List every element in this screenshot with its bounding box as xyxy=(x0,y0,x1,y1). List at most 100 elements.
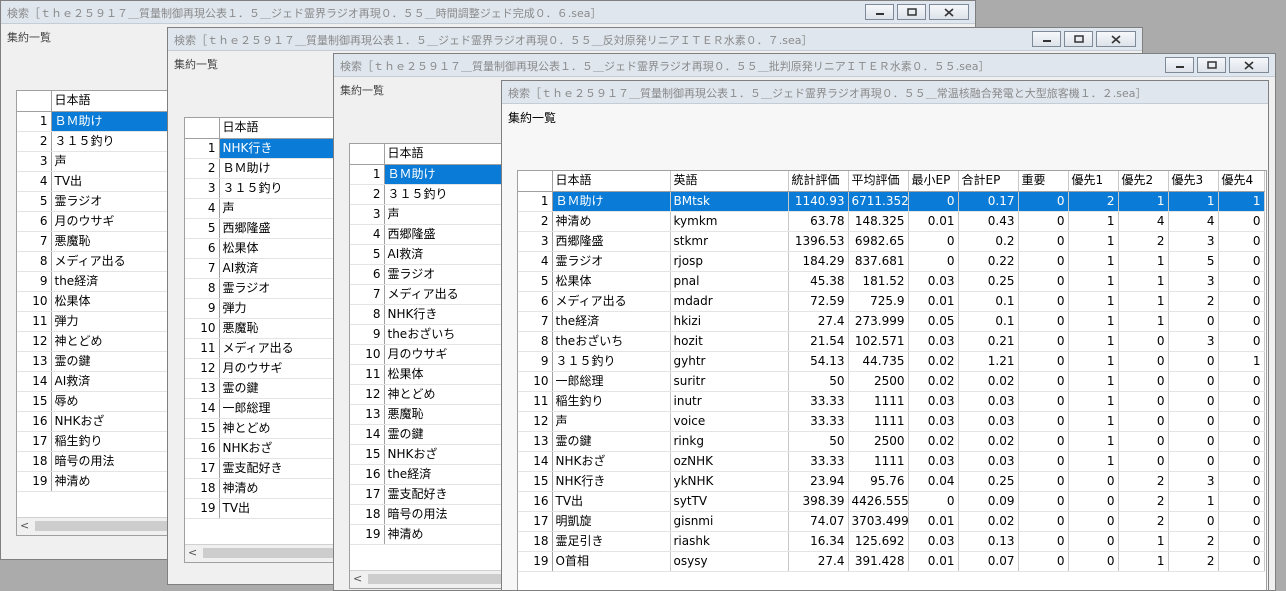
table-cell[interactable]: 2 xyxy=(1068,191,1119,212)
table-cell[interactable]: 0 xyxy=(1168,411,1219,432)
table-cell[interactable]: 0 xyxy=(1218,231,1265,252)
table-row[interactable]: 18 暗号の用法 xyxy=(350,504,518,525)
column-header[interactable]: 統計評価 xyxy=(788,171,849,192)
table-cell[interactable]: 0 xyxy=(1168,371,1219,392)
table-cell[interactable]: 3 xyxy=(1168,331,1219,352)
table-cell[interactable]: 0 xyxy=(1218,391,1265,412)
table-row[interactable]: 6 メディア出る mdadr 72.59 725.9 0.01 0.1 0 1 1 2 0 xyxy=(518,291,1265,312)
table-cell[interactable]: 184.29 xyxy=(788,251,849,272)
table-cell[interactable]: 0.02 xyxy=(958,431,1019,452)
table-row[interactable]: 1 ＢＭ助け xyxy=(350,164,518,185)
minimize-button[interactable] xyxy=(865,4,894,20)
table-cell[interactable]: TV出 xyxy=(51,171,185,192)
table-cell[interactable]: 1 xyxy=(1068,311,1119,332)
table-cell[interactable]: 声 xyxy=(51,151,185,172)
table-cell[interactable]: mdadr xyxy=(670,291,789,312)
table-cell[interactable]: メディア出る xyxy=(552,291,671,312)
table-cell[interactable]: kymkm xyxy=(670,211,789,232)
close-button[interactable] xyxy=(929,4,969,20)
table-cell[interactable]: 0.03 xyxy=(958,411,1019,432)
table-cell[interactable]: 1396.53 xyxy=(788,231,849,252)
table-cell[interactable]: 0 xyxy=(908,251,959,272)
table-cell[interactable]: 0.05 xyxy=(908,311,959,332)
table-row[interactable]: 7 メディア出る xyxy=(350,284,518,305)
maximize-button[interactable] xyxy=(1064,31,1093,47)
table-cell[interactable]: theおざいち xyxy=(552,331,671,352)
column-header[interactable]: 日本語 xyxy=(552,171,671,192)
table-cell[interactable]: 837.681 xyxy=(848,251,909,272)
table-row[interactable]: 15 辱め xyxy=(17,391,185,412)
table-cell[interactable]: the経済 xyxy=(552,311,671,332)
table-row[interactable]: 13 霊の鍵 xyxy=(17,351,185,372)
table-cell[interactable]: 1111 xyxy=(848,451,909,472)
table-cell[interactable]: 霊ラジオ xyxy=(552,251,671,272)
table-cell[interactable]: 2 xyxy=(1118,231,1169,252)
table-cell[interactable]: 125.692 xyxy=(848,531,909,552)
maximize-button[interactable] xyxy=(1197,57,1226,73)
horizontal-scrollbar[interactable]: < xyxy=(185,544,353,562)
table-cell[interactable]: 0 xyxy=(1018,531,1069,552)
table-cell[interactable]: 1 xyxy=(1168,191,1219,212)
table-cell[interactable]: 3 xyxy=(1168,271,1219,292)
table-row[interactable]: 16 the経済 xyxy=(350,464,518,485)
table-cell[interactable]: 0.03 xyxy=(908,331,959,352)
column-header[interactable]: 日本語 xyxy=(384,144,518,165)
column-header[interactable]: 優先3 xyxy=(1168,171,1219,192)
table-cell[interactable]: 1111 xyxy=(848,411,909,432)
table-cell[interactable]: 0.03 xyxy=(908,531,959,552)
table-row[interactable]: 3 ３１５釣り xyxy=(185,178,353,199)
table-cell[interactable]: 1 xyxy=(1068,331,1119,352)
table-cell[interactable]: 50 xyxy=(788,371,849,392)
table-cell[interactable]: 1 xyxy=(1068,251,1119,272)
scroll-left-icon[interactable]: < xyxy=(20,519,29,532)
table-cell[interactable]: 0 xyxy=(1168,311,1219,332)
table-cell[interactable]: 0.02 xyxy=(958,511,1019,532)
table-row[interactable]: 10 悪魔恥 xyxy=(185,318,353,339)
table-row[interactable]: 6 月のウサギ xyxy=(17,211,185,232)
column-header[interactable]: 優先1 xyxy=(1068,171,1119,192)
table-cell[interactable]: 27.4 xyxy=(788,551,849,572)
table-cell[interactable]: 1 xyxy=(1068,391,1119,412)
table-cell[interactable]: 27.4 xyxy=(788,311,849,332)
table-cell[interactable]: 霊の鍵 xyxy=(51,351,185,372)
table-row[interactable]: 13 霊の鍵 xyxy=(185,378,353,399)
table-cell[interactable]: 74.07 xyxy=(788,511,849,532)
table-row[interactable]: 11 稲生釣り inutr 33.33 1111 0.03 0.03 0 1 0 0 0 xyxy=(518,391,1265,412)
table-cell[interactable]: 0 xyxy=(1018,371,1069,392)
table-row[interactable]: 11 松果体 xyxy=(350,364,518,385)
close-button[interactable] xyxy=(1096,31,1136,47)
table-cell[interactable]: 2500 xyxy=(848,371,909,392)
table-row[interactable]: 9 theおざいち xyxy=(350,324,518,345)
table-cell[interactable]: 1 xyxy=(1068,431,1119,452)
table-cell[interactable]: 悪魔恥 xyxy=(51,231,185,252)
table-cell[interactable]: hkizi xyxy=(670,311,789,332)
summary-grid[interactable]: 日本語 1 ＢＭ助け 2 ３１５釣り 3 声 4 TV出 5 霊ラジオ 6 月のウサギ 7 悪魔恥 8 メディア… xyxy=(16,90,186,536)
table-row[interactable]: 18 神清め xyxy=(185,478,353,499)
table-row[interactable]: 1 ＢＭ助け xyxy=(17,111,185,132)
table-row[interactable]: 12 神とどめ xyxy=(350,384,518,405)
table-cell[interactable]: voice xyxy=(670,411,789,432)
table-row[interactable]: 4 TV出 xyxy=(17,171,185,192)
table-cell[interactable]: 0.03 xyxy=(908,451,959,472)
table-cell[interactable]: 1 xyxy=(1068,411,1119,432)
column-header[interactable]: 優先2 xyxy=(1118,171,1169,192)
table-cell[interactable]: 1.21 xyxy=(958,351,1019,372)
table-cell[interactable]: 0.03 xyxy=(958,391,1019,412)
table-row[interactable]: 9 the経済 xyxy=(17,271,185,292)
table-cell[interactable]: 霊ラジオ xyxy=(384,264,518,285)
minimize-button[interactable] xyxy=(1032,31,1061,47)
table-row[interactable]: 8 NHK行き xyxy=(350,304,518,325)
table-row[interactable]: 11 メディア出る xyxy=(185,338,353,359)
table-cell[interactable]: 2 xyxy=(1168,551,1219,572)
table-cell[interactable]: 0.17 xyxy=(958,191,1019,212)
table-row[interactable]: 2 ３１５釣り xyxy=(17,131,185,152)
table-cell[interactable]: suritr xyxy=(670,371,789,392)
table-row[interactable]: 4 西郷隆盛 xyxy=(350,224,518,245)
table-cell[interactable]: rinkg xyxy=(670,431,789,452)
table-cell[interactable]: 神とどめ xyxy=(384,384,518,405)
table-row[interactable]: 17 稲生釣り xyxy=(17,431,185,452)
table-cell[interactable]: 1111 xyxy=(848,391,909,412)
table-cell[interactable]: 弾力 xyxy=(51,311,185,332)
table-cell[interactable]: 0 xyxy=(1218,451,1265,472)
table-cell[interactable]: 0 xyxy=(1218,211,1265,232)
